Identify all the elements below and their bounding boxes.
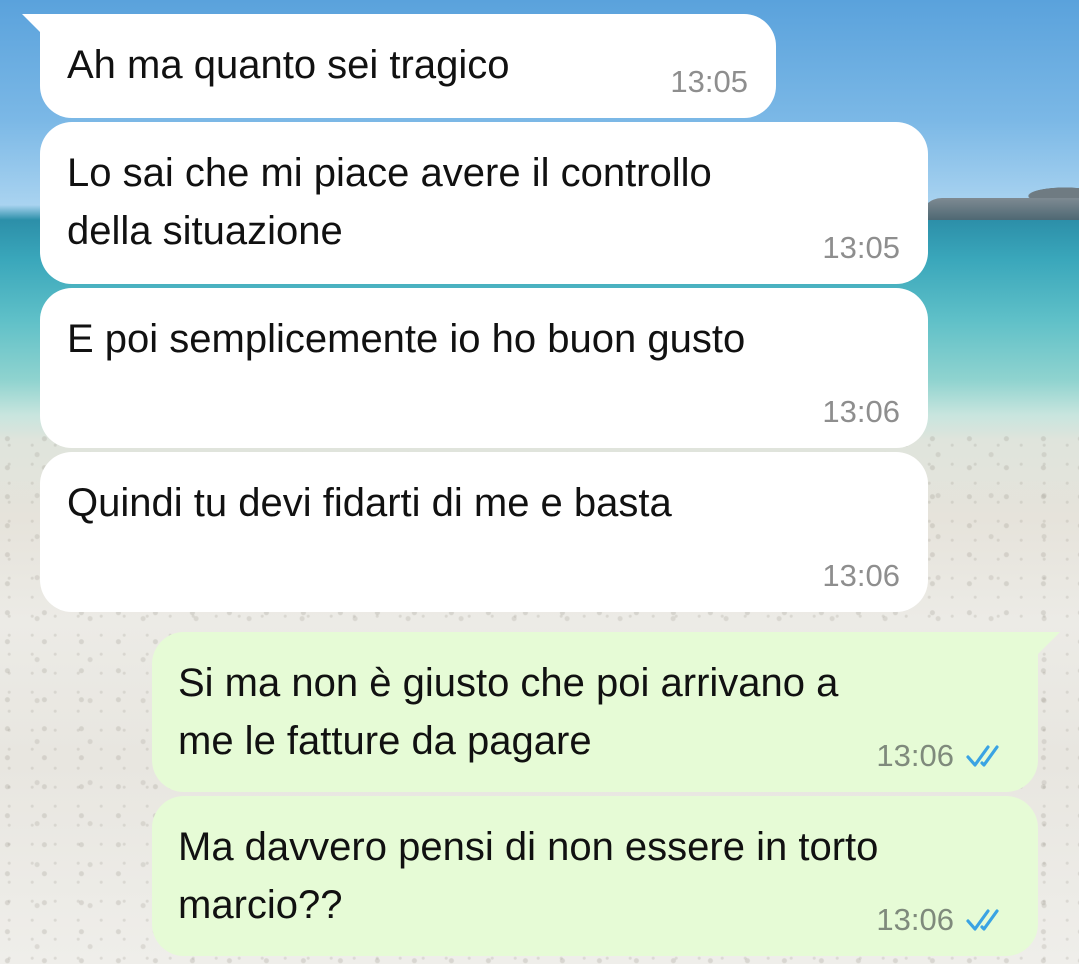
incoming-message[interactable]: Lo sai che mi piace avere il controllo d… [40,122,928,284]
incoming-message[interactable]: E poi semplicemente io ho buon gusto 13:… [40,288,928,448]
message-time: 13:05 [670,64,748,99]
incoming-message[interactable]: Quindi tu devi fidarti di me e basta 13:… [40,452,928,612]
double-check-read-icon [966,745,999,767]
message-meta: 13:06 [876,738,1010,774]
incoming-message[interactable]: Ah ma quanto sei tragico 13:05 [40,14,776,118]
message-meta: 13:05 [822,230,900,266]
message-meta: 13:05 [670,64,748,100]
bubble-tail [1038,632,1060,654]
message-time: 13:06 [822,394,900,429]
message-text: Si ma non è giusto che poi arrivano a me… [178,661,839,763]
message-text: Quindi tu devi fidarti di me e basta [67,481,672,525]
message-list[interactable]: Ah ma quanto sei tragico 13:05 Lo sai ch… [0,0,1079,964]
message-meta: 13:06 [822,558,900,594]
double-check-read-icon [966,909,999,931]
message-text: Lo sai che mi piace avere il controllo d… [67,151,712,253]
message-time: 13:06 [876,902,954,937]
message-time: 13:05 [822,230,900,265]
message-time: 13:06 [876,738,954,773]
message-text: E poi semplicemente io ho buon gusto [67,317,746,361]
message-meta: 13:06 [822,394,900,430]
message-meta: 13:06 [876,902,1010,938]
outgoing-message[interactable]: Ma davvero pensi di non essere in torto … [152,796,1038,956]
message-text: Ma davvero pensi di non essere in torto … [178,825,879,927]
message-time: 13:06 [822,558,900,593]
message-text: Ah ma quanto sei tragico [67,43,510,87]
outgoing-message[interactable]: Si ma non è giusto che poi arrivano a me… [152,632,1038,792]
